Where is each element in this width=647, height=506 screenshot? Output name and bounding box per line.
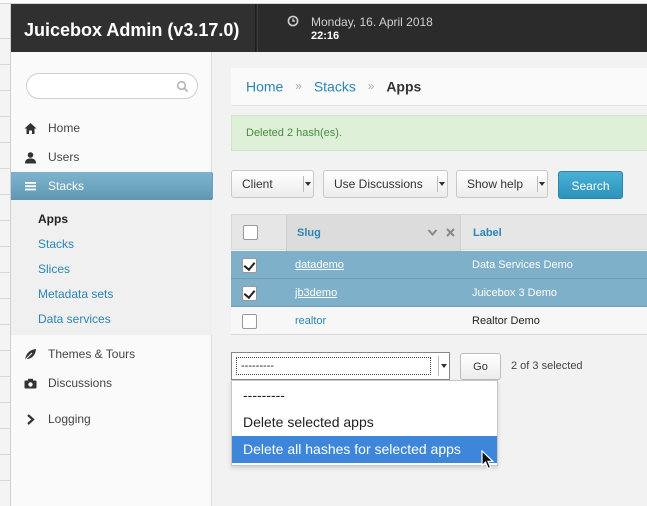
discussions-filter-select[interactable]: Use Discussions [323,170,448,198]
row-checkbox[interactable] [242,314,257,329]
action-select[interactable]: --------- [231,352,450,380]
table-row[interactable]: datademo Data Services Demo [231,251,647,279]
table-row[interactable]: realtor Realtor Demo [231,307,647,335]
column-header-slug-label: Slug [297,227,321,239]
sidebar-search-input[interactable] [26,73,198,99]
row-label: Realtor Demo [472,315,540,327]
sidebar-item-label: Discussions [48,376,113,390]
chevron-down-icon [438,356,447,376]
user-icon [25,152,36,164]
sidebar-item-discussions[interactable]: Discussions [11,369,212,397]
remove-sort-icon[interactable] [445,227,456,238]
chevron-down-icon [537,176,545,192]
subnav-item-data-services[interactable]: Data services [38,312,111,326]
success-alert: Deleted 2 hash(es). [231,115,647,151]
home-icon [24,123,37,134]
app-title[interactable]: Juicebox Admin (v3.17.0) [11,4,256,52]
table-row[interactable]: jb3demo Juicebox 3 Demo [231,279,647,307]
row-slug-link[interactable]: datademo [295,251,344,279]
subnav-item-stacks[interactable]: Stacks [38,237,74,251]
sidebar: Home Users Stacks Apps Stacks Slices Met… [11,52,223,506]
sort-descending-icon[interactable] [427,227,438,238]
go-button[interactable]: Go [460,353,501,380]
chevron-down-icon [303,176,311,192]
help-filter-select[interactable]: Show help [456,170,548,198]
left-edge-panel [0,4,11,506]
breadcrumb-stacks[interactable]: Stacks [314,78,356,94]
action-select-value: --------- [236,357,431,375]
header-time: 22:16 [311,30,340,42]
main-content: Home » Stacks » Apps Deleted 2 hash(es).… [213,52,647,506]
subnav-item-metadata-sets[interactable]: Metadata sets [38,287,113,301]
mouse-pointer-icon [481,450,495,470]
row-slug-link[interactable]: jb3demo [295,279,337,307]
action-option-delete-hashes[interactable]: Delete all hashes for selected apps [232,436,497,463]
sidebar-item-themes-tours[interactable]: Themes & Tours [11,340,212,368]
sidebar-item-label: Users [48,150,80,164]
sidebar-item-label: Home [48,121,81,135]
browser-viewport: Juicebox Admin (v3.17.0) Monday, 16. Apr… [0,0,647,506]
chevron-down-icon [437,176,445,192]
breadcrumb-separator: » [295,79,302,94]
leaf-icon [24,349,36,361]
clock-icon [287,15,299,27]
action-option-delete-selected[interactable]: Delete selected apps [232,409,497,436]
sidebar-item-users[interactable]: Users [11,143,212,171]
row-label: Juicebox 3 Demo [472,287,557,299]
row-checkbox[interactable] [242,258,257,273]
stacks-subnav: Apps Stacks Slices Metadata sets Data se… [11,200,212,335]
selection-count: 2 of 3 selected [511,360,583,372]
help-filter-label: Show help [467,177,524,191]
row-slug-link[interactable]: realtor [295,307,326,335]
table-header: Slug Label [231,214,647,251]
breadcrumb-separator: » [367,79,375,94]
list-icon [25,182,36,191]
breadcrumb: Home » Stacks » Apps [231,68,647,106]
breadcrumb-home[interactable]: Home [246,78,283,94]
sidebar-item-label: Themes & Tours [48,347,136,361]
select-all-cell [232,215,286,251]
search-button[interactable]: Search [558,171,623,199]
row-checkbox[interactable] [242,286,257,301]
column-header-label[interactable]: Label [473,215,502,251]
sidebar-item-label: Stacks [48,179,85,193]
subnav-item-apps[interactable]: Apps [38,212,68,226]
top-header: Juicebox Admin (v3.17.0) Monday, 16. Apr… [11,4,647,52]
action-option-none[interactable]: --------- [232,382,497,409]
client-filter-label: Client [242,177,273,191]
discussions-filter-label: Use Discussions [334,177,423,191]
chevron-right-icon [27,414,35,425]
column-header-slug[interactable]: Slug [286,215,461,251]
client-filter-select[interactable]: Client [231,170,314,198]
camera-icon [24,378,37,389]
sidebar-item-logging[interactable]: Logging [11,405,212,433]
sidebar-item-home[interactable]: Home [11,114,212,142]
breadcrumb-current: Apps [386,78,422,95]
header-date: Monday, 16. April 2018 [311,15,433,29]
action-dropdown-menu: --------- Delete selected apps Delete al… [231,380,498,466]
subnav-item-slices[interactable]: Slices [38,262,70,276]
row-label: Data Services Demo [472,259,573,271]
search-icon[interactable] [176,80,189,93]
sidebar-item-label: Logging [48,412,91,426]
select-all-checkbox[interactable] [243,225,258,240]
sidebar-item-stacks[interactable]: Stacks [11,172,223,200]
